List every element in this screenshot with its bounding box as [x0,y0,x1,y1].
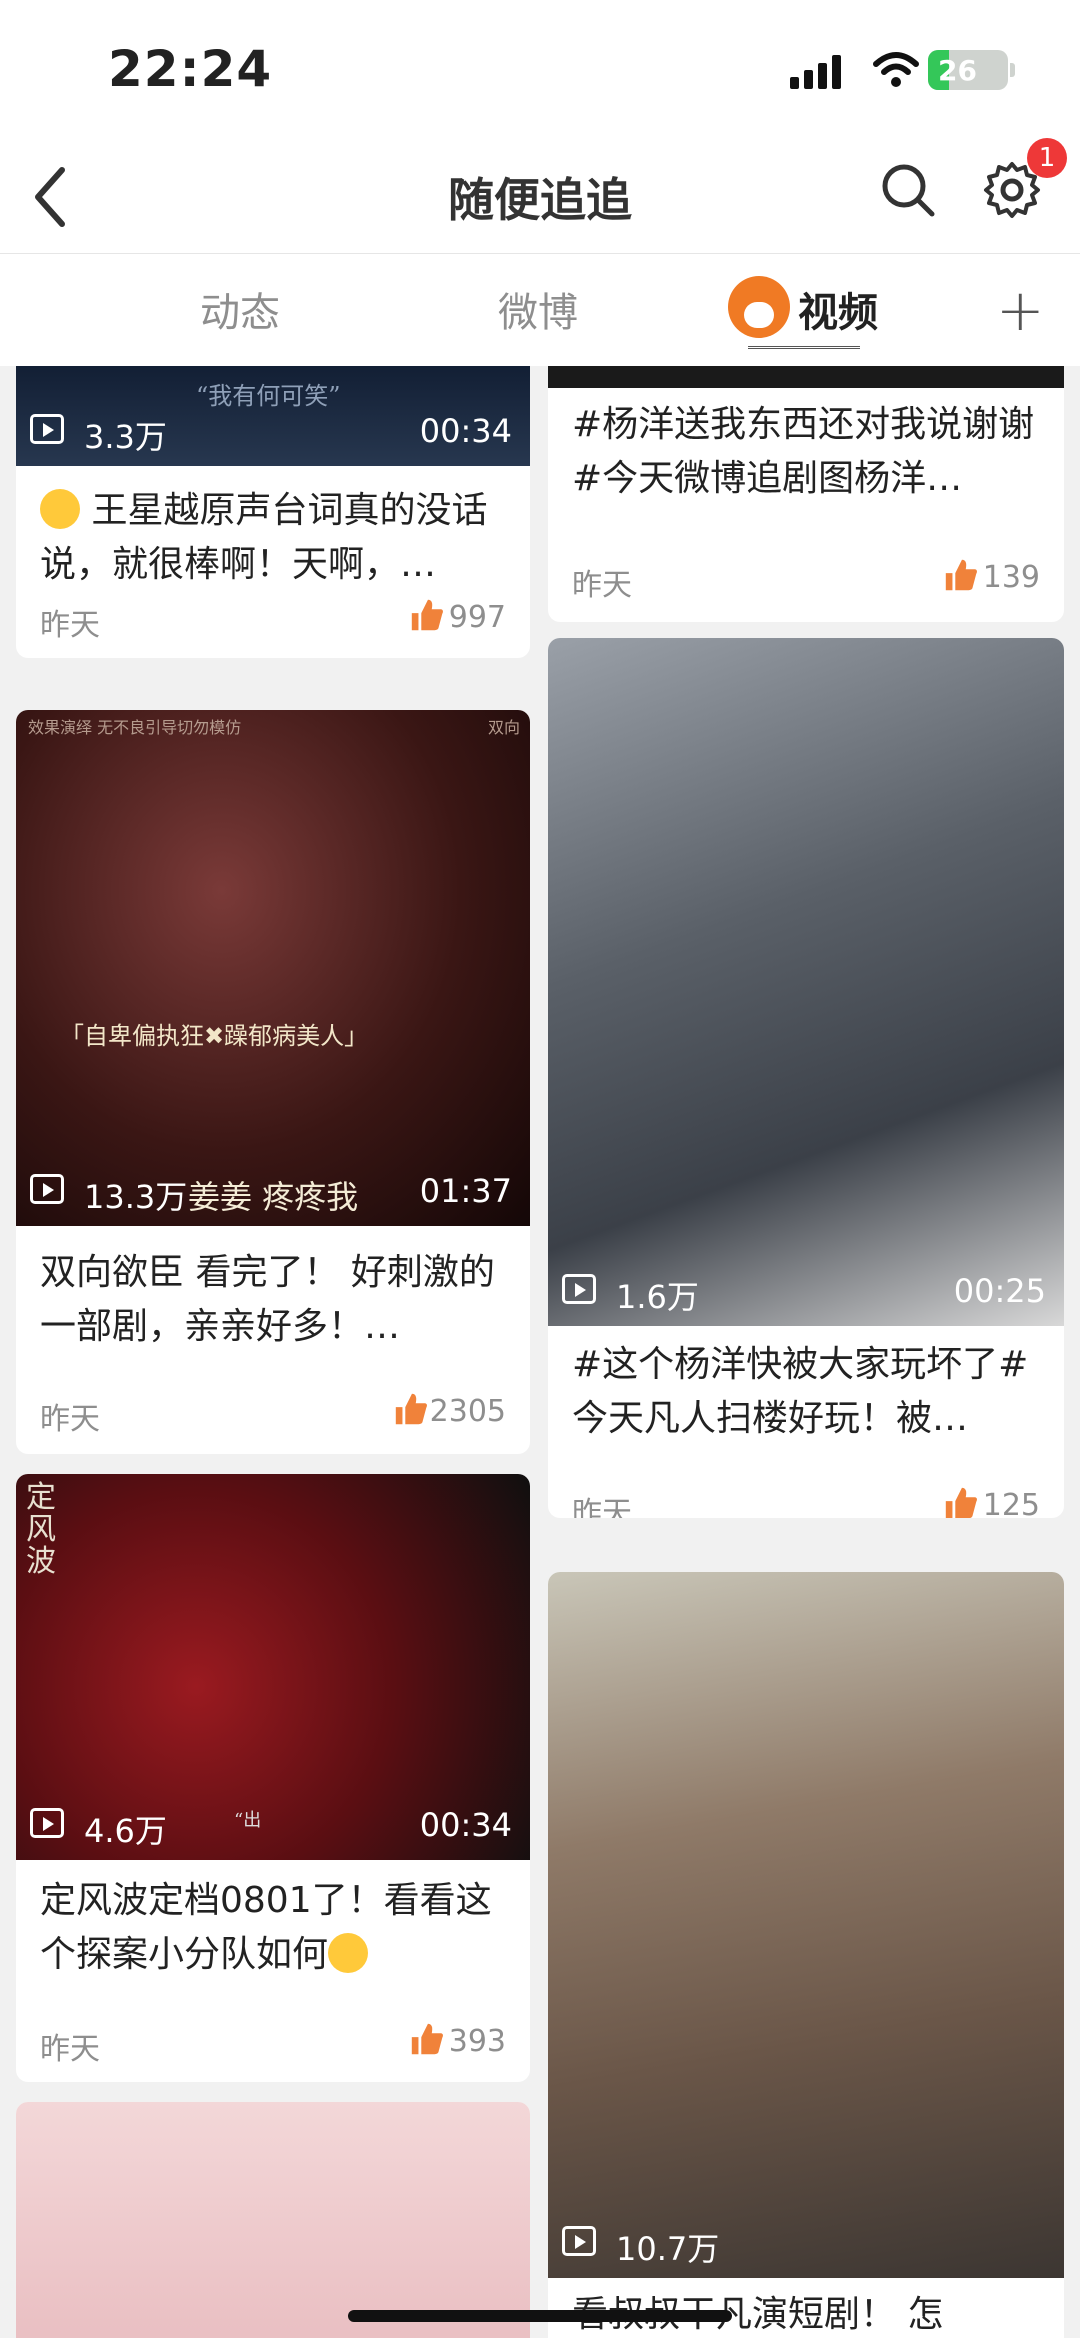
video-duration: 00:34 [419,412,512,450]
video-duration: 00:34 [419,1806,512,1844]
tab-dynamic[interactable]: 动态 [200,280,280,338]
video-card[interactable]: 1.6万 00:25 #这个杨洋快被大家玩坏了#今天凡人扫楼好玩！被… 昨天 1… [548,638,1064,1518]
card-meta: 昨天 2305 [40,1390,506,1437]
wifi-icon [873,52,919,87]
notification-badge: 1 [1027,138,1067,178]
video-thumbnail[interactable] [16,2102,530,2338]
view-count: 10.7万 [616,2230,720,2268]
video-card[interactable] [16,2102,530,2338]
thumbnail-overlay-text: 姜姜 疼疼我 [188,1178,359,1216]
like-thumb-icon[interactable] [408,596,446,634]
video-duration: 01:37 [419,1172,512,1210]
like-count: 2305 [429,1394,506,1429]
card-meta: 昨天 139 [572,556,1040,603]
status-time: 22:24 [108,40,273,98]
video-caption[interactable]: 王星越原声台词真的没话说，就很棒啊！天啊，… [40,484,506,592]
like-count: 393 [448,2024,506,2059]
home-indicator [348,2310,732,2322]
video-thumbnail[interactable]: 定风波 “出 4.6万 00:34 [16,1474,530,1860]
card-meta: 昨天 125 [572,1484,1040,1518]
video-thumbnail[interactable]: 1.6万 00:25 [548,638,1064,1326]
post-date: 昨天 [40,2032,100,2067]
view-count: 13.3万 [84,1178,188,1216]
video-feed: “我有何可笑” 3.3万 00:34 王星越原声台词真的没话说，就很棒啊！天啊，… [0,366,1080,2338]
card-meta: 昨天 997 [40,596,506,643]
battery-level: 26 [938,54,977,87]
surprised-emoji-icon [328,1933,369,1973]
video-card[interactable]: 效果演绎 无不良引导切勿模仿 双向 「自卑偏执狂✖躁郁病美人」 13.3万 姜姜… [16,710,530,1454]
play-icon [30,1174,64,1204]
navigation-bar: 随便追追 1 [0,138,1080,254]
play-icon [562,1274,596,1304]
tab-bar: 动态 微博 视频 + [0,254,1080,366]
post-date: 昨天 [572,1496,632,1518]
play-icon [562,2226,596,2256]
video-thumbnail[interactable] [548,366,1064,388]
video-caption[interactable]: #杨洋送我东西还对我说谢谢#今天微博追剧图杨洋… [572,398,1040,506]
post-date: 昨天 [40,1402,100,1437]
status-bar: 22:24 26 [0,0,1080,140]
video-caption[interactable]: 定风波定档0801了！看看这个探案小分队如何 [40,1874,506,1982]
video-thumbnail[interactable]: “我有何可笑” 3.3万 00:34 [16,366,530,466]
like-count: 125 [982,1488,1040,1518]
like-thumb-icon[interactable] [942,556,980,594]
tab-active-indicator [748,346,860,356]
like-thumb-icon[interactable] [942,1484,980,1518]
video-caption[interactable]: 双向欲臣 看完了！ 好刺激的一部剧，亲亲好多！… [40,1246,506,1354]
tab-video[interactable]: 视频 [798,280,878,338]
thumbnail-warning-text: 效果演绎 无不良引导切勿模仿 [28,718,242,737]
video-thumbnail[interactable]: 效果演绎 无不良引导切勿模仿 双向 「自卑偏执狂✖躁郁病美人」 13.3万 姜姜… [16,710,530,1226]
view-count: 1.6万 [616,1278,699,1316]
view-count: 3.3万 [84,418,167,456]
search-icon[interactable] [878,160,938,220]
video-caption[interactable]: #这个杨洋快被大家玩坏了#今天凡人扫楼好玩！被… [572,1338,1040,1446]
view-count: 4.6万 [84,1812,167,1850]
post-date: 昨天 [572,568,632,603]
tab-weibo[interactable]: 微博 [498,280,578,338]
thumbnail-subtitle: 「自卑偏执狂✖躁郁病美人」 [60,1022,369,1050]
video-card[interactable]: #杨洋送我东西还对我说谢谢#今天微博追剧图杨洋… 昨天 139 [548,366,1064,622]
card-meta: 昨天 393 [40,2020,506,2067]
like-thumb-icon[interactable] [392,1390,430,1428]
play-icon [30,1808,64,1838]
like-count: 997 [448,600,506,635]
fox-mascot-icon [728,276,790,338]
play-icon [30,414,64,444]
add-tab-icon[interactable]: + [996,276,1045,344]
video-thumbnail[interactable]: 10.7万 [548,1572,1064,2278]
like-count: 139 [982,560,1040,595]
like-thumb-icon[interactable] [408,2020,446,2058]
cellular-signal-icon [790,55,841,89]
video-card[interactable]: 10.7万 看叔叔干凡演短剧！ 怎 [548,1572,1064,2338]
scream-emoji-icon [40,489,80,529]
thumbnail-corner-text: 双向 [487,718,520,737]
video-card[interactable]: “我有何可笑” 3.3万 00:34 王星越原声台词真的没话说，就很棒啊！天啊，… [16,366,530,658]
video-card[interactable]: 定风波 “出 4.6万 00:34 定风波定档0801了！看看这个探案小分队如何… [16,1474,530,2082]
battery-icon: 26 [928,50,1015,90]
show-logo-text: 定风波 [26,1480,56,1579]
post-date: 昨天 [40,608,100,643]
video-duration: 00:25 [953,1272,1046,1310]
